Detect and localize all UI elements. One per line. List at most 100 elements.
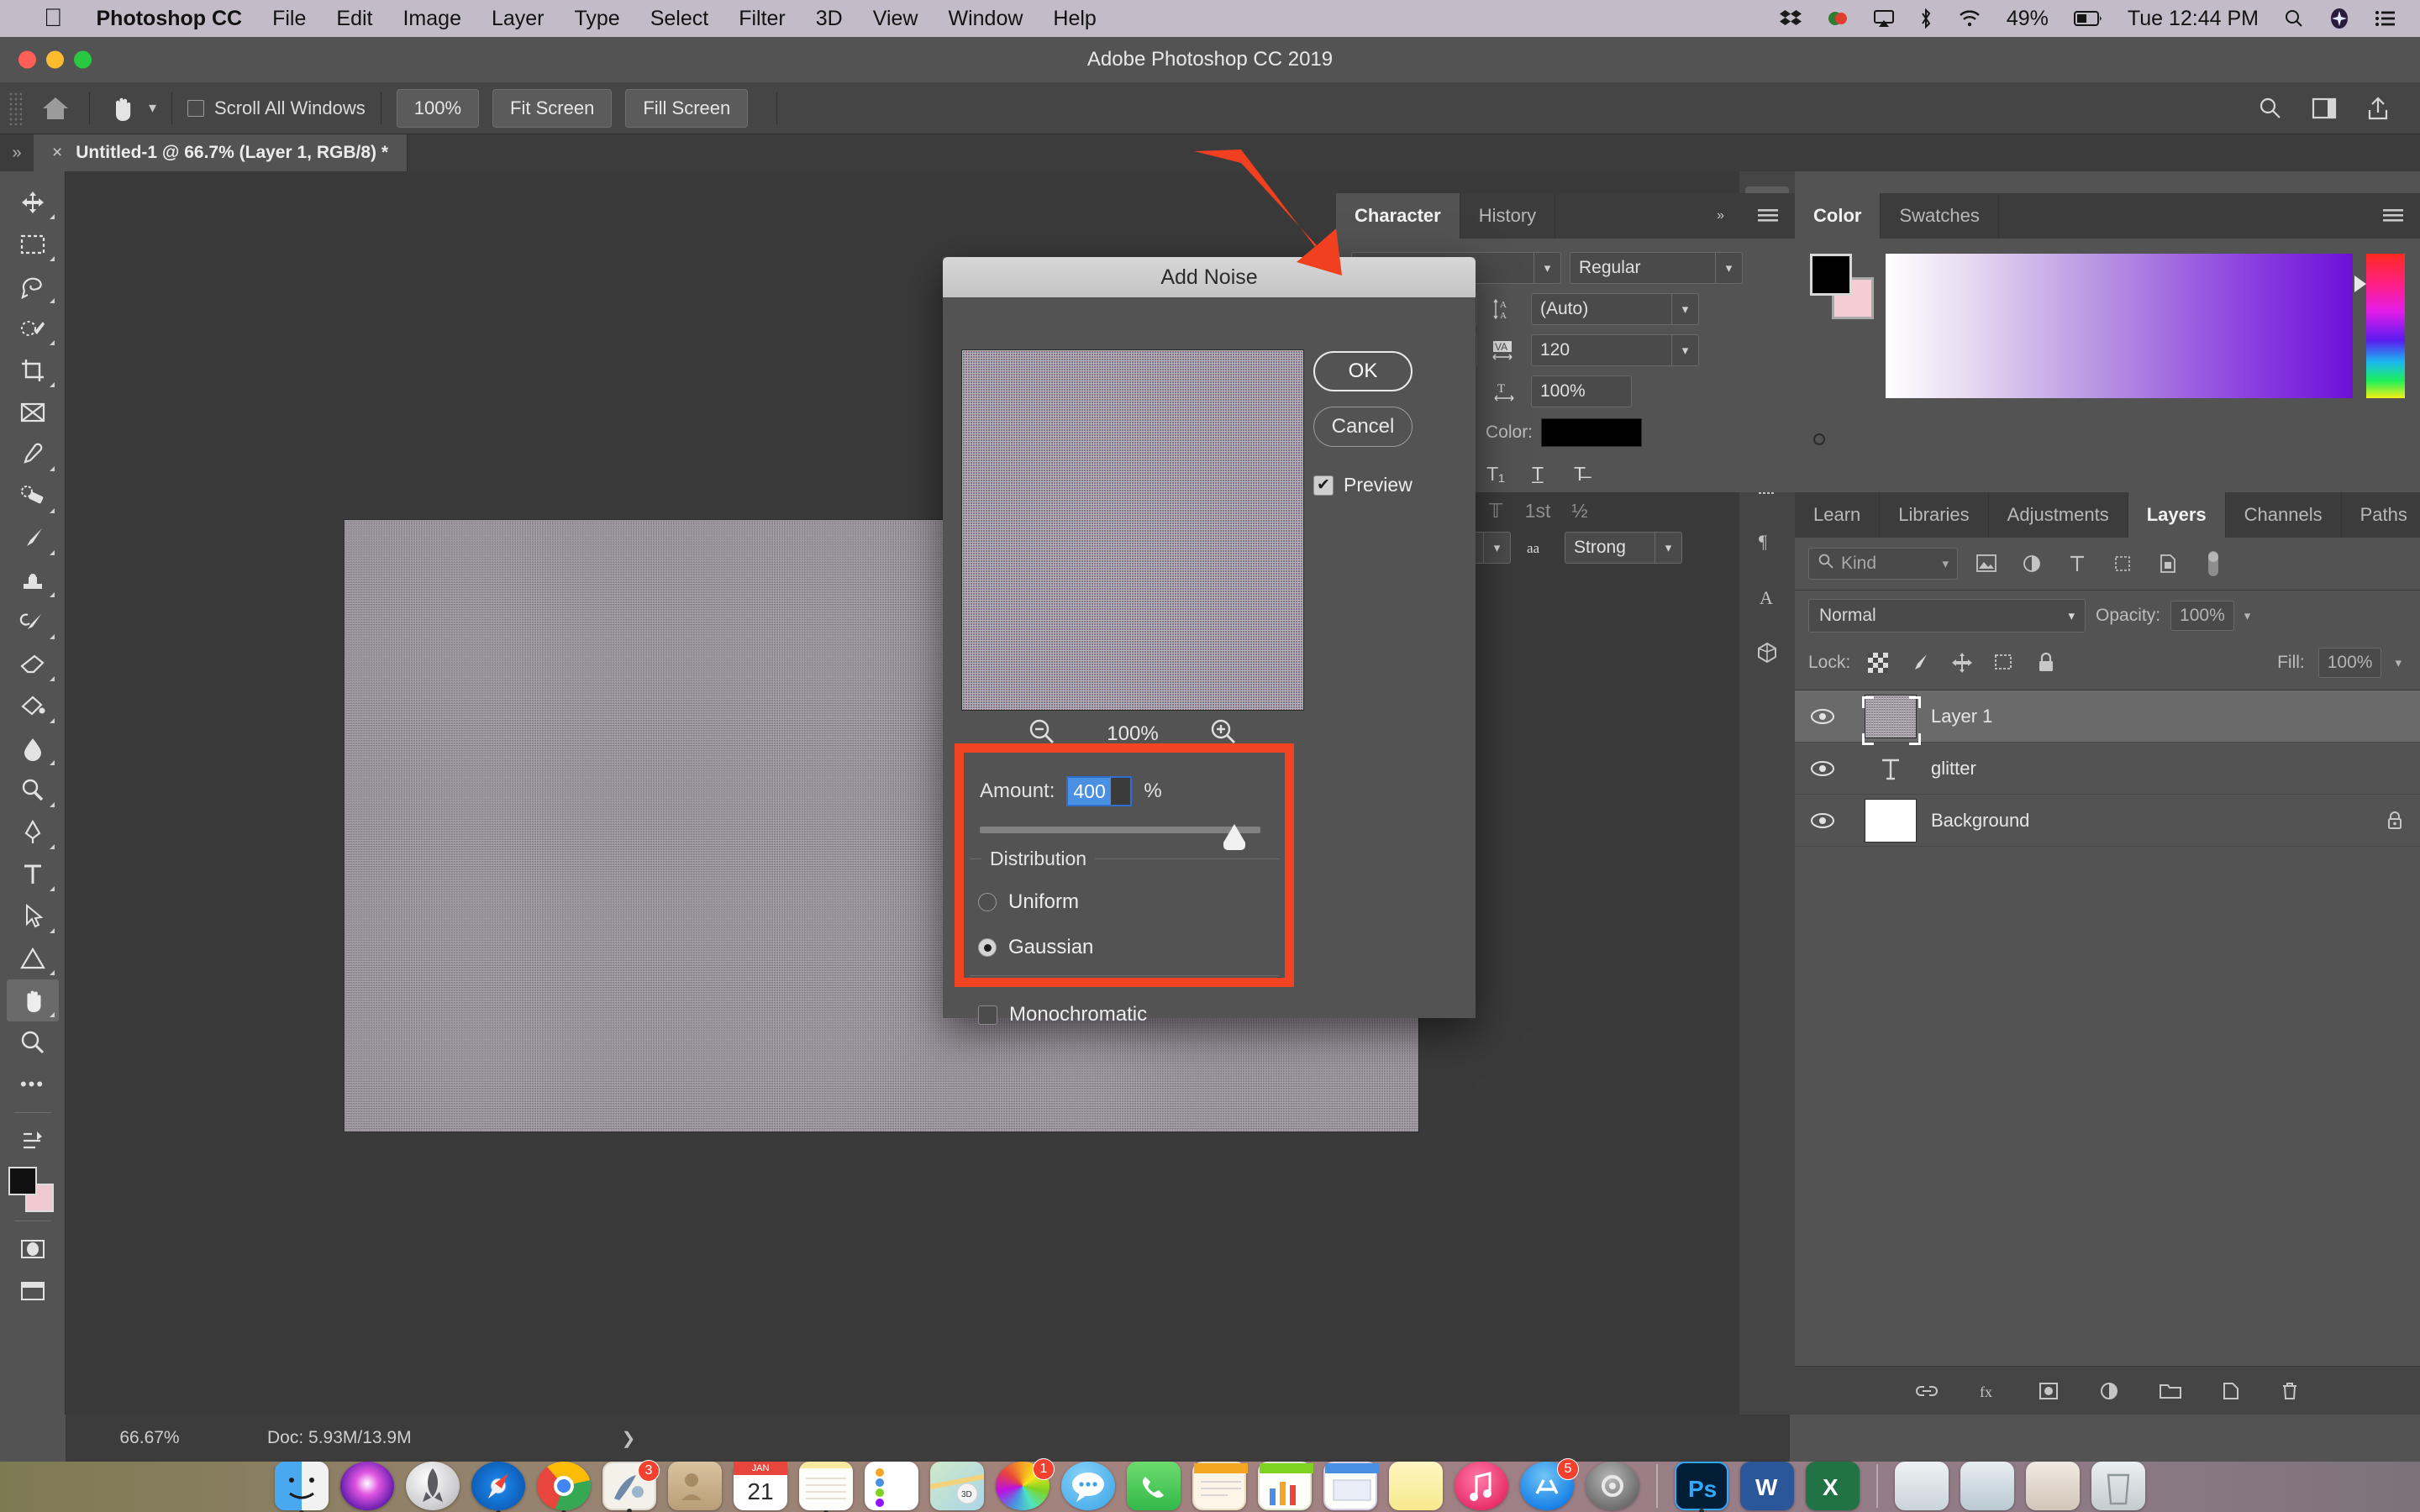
dock-item-keynote[interactable] xyxy=(1323,1462,1379,1510)
tool-quick-selection[interactable] xyxy=(7,307,59,349)
battery-icon[interactable] xyxy=(2073,10,2102,27)
subscript-button[interactable]: T₁ xyxy=(1477,458,1514,490)
menu-item-file[interactable]: File xyxy=(272,7,306,31)
tool-move[interactable] xyxy=(7,181,59,223)
image-filter-icon[interactable] xyxy=(1970,554,2003,574)
layer-name[interactable]: glitter xyxy=(1931,758,2370,780)
edit-toolbar-icon[interactable] xyxy=(7,1120,59,1162)
tool-path-selection[interactable] xyxy=(7,895,59,937)
cancel-button[interactable]: Cancel xyxy=(1313,407,1413,447)
tab-learn[interactable]: Learn xyxy=(1795,492,1881,538)
text-color-swatch[interactable] xyxy=(1541,418,1643,447)
menubar-clock[interactable]: Tue 12:44 PM xyxy=(2128,7,2259,31)
chevron-double-right-icon[interactable]: » xyxy=(1700,193,1741,239)
lock-all-icon[interactable] xyxy=(2032,650,2060,675)
dock-item-messages[interactable] xyxy=(1061,1462,1115,1510)
hand-tool-icon[interactable] xyxy=(105,95,139,122)
foreground-color-swatch[interactable] xyxy=(8,1167,37,1195)
tab-history[interactable]: History xyxy=(1460,193,1556,239)
tool-lasso[interactable] xyxy=(7,265,59,307)
color-panel-swatches[interactable] xyxy=(1810,254,1874,319)
chevron-down-icon[interactable]: ▾ xyxy=(1671,335,1698,365)
type-layer-icon[interactable] xyxy=(1850,753,1931,784)
dock-item-folder-downloads[interactable] xyxy=(1895,1462,1949,1510)
tab-layers[interactable]: Layers xyxy=(2128,492,2226,538)
dock-item-maps[interactable]: 3D xyxy=(930,1462,984,1510)
tool-marquee[interactable] xyxy=(7,223,59,265)
apple-logo-icon[interactable]:  xyxy=(44,6,63,31)
tool-hand[interactable] xyxy=(6,979,59,1021)
fractions-button[interactable]: ½ xyxy=(1561,495,1598,527)
menu-item-type[interactable]: Type xyxy=(575,7,620,31)
tool-clone-stamp[interactable] xyxy=(7,559,59,601)
airplay-icon[interactable] xyxy=(1873,9,1894,28)
panel-menu-icon[interactable] xyxy=(2366,193,2420,239)
fit-screen-button[interactable]: Fit Screen xyxy=(492,88,613,128)
amount-input[interactable]: 400 xyxy=(1066,776,1133,806)
menu-item-help[interactable]: Help xyxy=(1053,7,1096,31)
add-noise-dialog[interactable]: Add Noise 100% OK Cancel ✔ Preview Amoun… xyxy=(943,257,1476,1026)
options-bar-grip[interactable] xyxy=(8,91,22,125)
dock-item-numbers[interactable] xyxy=(1258,1462,1313,1510)
dock-item-chrome[interactable] xyxy=(537,1462,591,1512)
chevron-down-icon[interactable]: ▾ xyxy=(2068,608,2075,623)
table-row[interactable]: Layer 1 xyxy=(1795,690,2420,745)
lock-image-icon[interactable] xyxy=(1906,650,1934,675)
ok-button[interactable]: OK xyxy=(1313,351,1413,391)
dock-item-excel[interactable]: X xyxy=(1806,1462,1860,1510)
dock-item-mail[interactable]: 3 xyxy=(602,1460,660,1512)
tab-libraries[interactable]: Libraries xyxy=(1880,492,1989,538)
list-menu-icon[interactable] xyxy=(2375,9,2396,28)
chevron-right-icon[interactable]: ❯ xyxy=(622,1428,636,1449)
type-filter-icon[interactable] xyxy=(2060,554,2094,574)
dock-item-reminders[interactable] xyxy=(865,1462,918,1510)
font-style-select[interactable]: Regular ▾ xyxy=(1570,252,1743,284)
tool-brush[interactable] xyxy=(7,517,59,559)
tool-healing-brush[interactable] xyxy=(7,475,59,517)
color-picker-cursor[interactable] xyxy=(1813,433,1825,445)
dock-item-finder[interactable] xyxy=(275,1462,329,1512)
layer-mask-icon[interactable] xyxy=(2038,1381,2060,1401)
layer-visibility-toggle[interactable] xyxy=(1795,811,1850,830)
layer-style-icon[interactable]: fx xyxy=(1977,1381,1999,1401)
hue-slider[interactable] xyxy=(2354,254,2405,398)
layer-name[interactable]: Background xyxy=(1931,810,2370,832)
menu-item-image[interactable]: Image xyxy=(402,7,460,31)
layer-visibility-toggle[interactable] xyxy=(1795,707,1850,726)
dock-item-calendar[interactable]: JAN 21 xyxy=(734,1462,787,1510)
tool-more[interactable]: ••• xyxy=(7,1063,59,1105)
monochromatic-checkbox[interactable]: Monochromatic xyxy=(978,1003,1147,1026)
chevron-down-icon[interactable]: ▾ xyxy=(2395,655,2402,670)
bluetooth-icon[interactable] xyxy=(1919,8,1933,29)
workspace-icon[interactable] xyxy=(2307,97,2341,120)
fill-screen-button[interactable]: Fill Screen xyxy=(625,88,749,128)
dock-item-contacts[interactable] xyxy=(668,1462,722,1510)
dock-item-word[interactable]: W xyxy=(1740,1462,1794,1510)
amount-slider[interactable] xyxy=(980,824,1260,850)
dock-item-trash[interactable] xyxy=(2091,1462,2145,1510)
3d-panel-icon[interactable] xyxy=(1745,630,1789,674)
tab-channels[interactable]: Channels xyxy=(2225,492,2342,538)
tool-blur[interactable] xyxy=(7,727,59,769)
titling-alternates-button[interactable]: 𝕋 xyxy=(1477,495,1514,527)
opacity-field[interactable]: 100% xyxy=(2170,601,2234,631)
hue-slider-marker[interactable] xyxy=(2354,276,2366,292)
lock-artboard-icon[interactable] xyxy=(1990,650,2018,675)
chevron-double-right-icon[interactable]: » xyxy=(0,134,34,171)
shape-filter-icon[interactable] xyxy=(2106,554,2139,574)
dock-item-folder-pictures[interactable] xyxy=(2026,1462,2080,1510)
menu-item-view[interactable]: View xyxy=(873,7,918,31)
dock-item-safari[interactable] xyxy=(471,1462,525,1512)
menu-item-photoshop[interactable]: Photoshop CC xyxy=(97,7,243,31)
underline-button[interactable]: T̲ xyxy=(1519,458,1556,490)
dock-item-notes[interactable] xyxy=(799,1462,853,1512)
menu-item-edit[interactable]: Edit xyxy=(336,7,372,31)
tool-frame[interactable] xyxy=(7,391,59,433)
dock-item-photoshop[interactable]: Ps xyxy=(1675,1462,1728,1512)
preview-checkbox[interactable]: ✔ Preview xyxy=(1313,474,1413,496)
smart-object-filter-icon[interactable] xyxy=(2151,554,2185,574)
filter-toggle-icon[interactable] xyxy=(2196,549,2230,578)
chevron-down-icon[interactable]: ▾ xyxy=(2244,608,2251,623)
dock-item-photos[interactable]: 1 xyxy=(996,1458,1055,1510)
chevron-down-icon[interactable]: ▾ xyxy=(1942,556,1949,571)
